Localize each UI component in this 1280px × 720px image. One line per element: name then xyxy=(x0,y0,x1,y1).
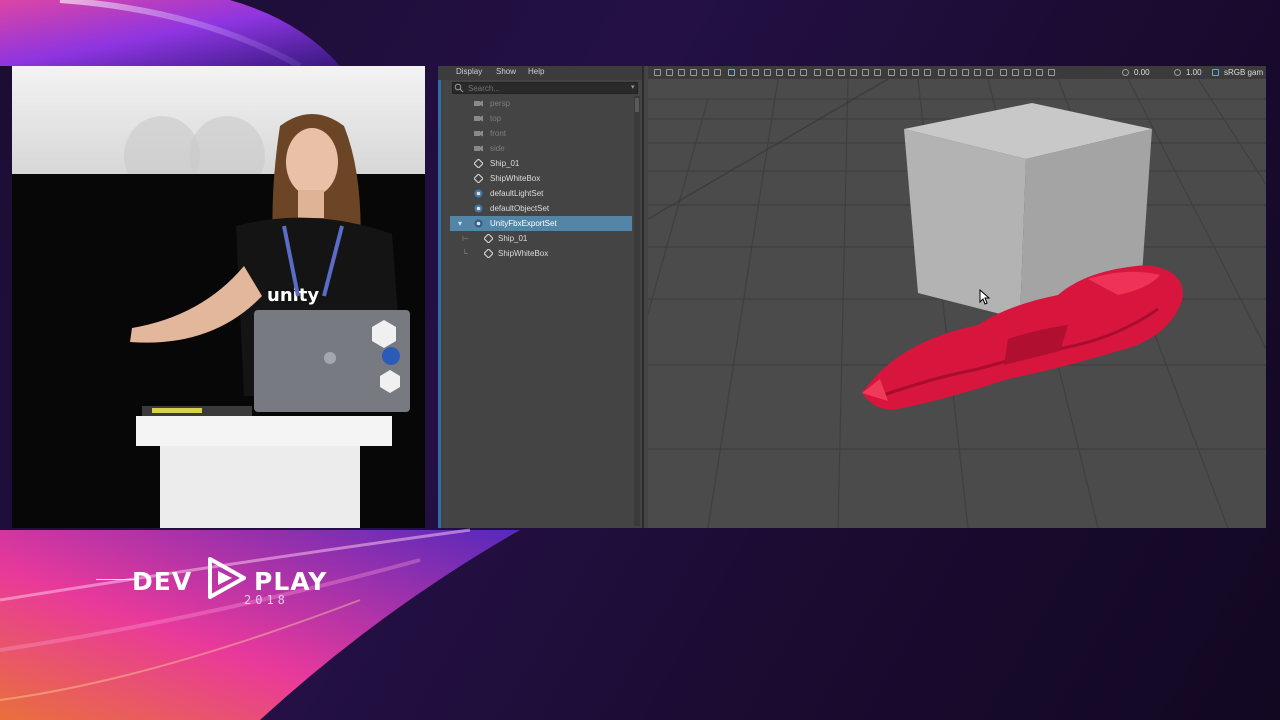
lock-camera-icon[interactable] xyxy=(666,69,673,76)
depth-of-field-icon[interactable] xyxy=(924,69,931,76)
outliner-tree: persp top front side Ship_01 ShipWhiteBo… xyxy=(450,96,632,526)
2d-pan-icon[interactable] xyxy=(702,69,709,76)
outliner-item-unityfbxexportset[interactable]: ▾ UnityFbxExportSet xyxy=(450,216,632,231)
shadows-icon[interactable] xyxy=(874,69,881,76)
logo-text-dev: DEV xyxy=(132,567,193,596)
safe-title-icon[interactable] xyxy=(800,69,807,76)
xray-joints-icon[interactable] xyxy=(962,69,969,76)
transform-icon xyxy=(484,249,493,258)
svg-text:unity: unity xyxy=(267,285,319,306)
xray-icon[interactable] xyxy=(950,69,957,76)
set-icon xyxy=(474,189,483,198)
search-icon[interactable] xyxy=(454,83,464,93)
collapse-icon[interactable]: ▾ xyxy=(458,218,462,229)
outliner-item-ship01-child[interactable]: ⊢ Ship_01 xyxy=(450,231,632,246)
outliner-scrollbar[interactable] xyxy=(634,96,640,526)
grid-icon[interactable] xyxy=(728,69,735,76)
isolate-select-icon[interactable] xyxy=(938,69,945,76)
lights-icon[interactable] xyxy=(862,69,869,76)
outliner-panel: Display Show Help ▾ persp top front xyxy=(438,66,644,528)
transform-icon xyxy=(484,234,493,243)
camera-attributes-icon[interactable] xyxy=(1000,69,1007,76)
devplay-logo: DEV PLAY 2018 xyxy=(96,555,346,615)
maya-window: Display Show Help ▾ persp top front xyxy=(438,66,1266,528)
outliner-item-side[interactable]: side xyxy=(450,141,632,156)
menu-show[interactable]: Show xyxy=(496,66,516,78)
gate-mask-icon[interactable] xyxy=(764,69,771,76)
film-gate-icon[interactable] xyxy=(740,69,747,76)
viewport-panel[interactable]: 0.00 1.00 sRGB gam xyxy=(648,66,1266,528)
outliner-item-top[interactable]: top xyxy=(450,111,632,126)
ui-elements-icon[interactable] xyxy=(1012,69,1019,76)
transform-icon xyxy=(474,174,483,183)
outliner-item-ship01[interactable]: Ship_01 xyxy=(450,156,632,171)
menu-help[interactable]: Help xyxy=(528,66,544,78)
tree-branch-icon: └ xyxy=(462,249,468,258)
bookmark-icon[interactable] xyxy=(678,69,685,76)
field-chart-icon[interactable] xyxy=(776,69,783,76)
backface-culling-icon[interactable] xyxy=(986,69,993,76)
color-management-icon[interactable] xyxy=(1212,69,1219,76)
speaker-video: unity xyxy=(12,66,425,528)
wireframe-icon[interactable] xyxy=(814,69,821,76)
outliner-item-defaultobjectset[interactable]: defaultObjectSet xyxy=(450,201,632,216)
grease-pencil-icon[interactable] xyxy=(714,69,721,76)
exposure-value[interactable]: 0.00 xyxy=(1134,67,1150,78)
outliner-item-shipwhitebox[interactable]: ShipWhiteBox xyxy=(450,171,632,186)
chevron-down-icon[interactable]: ▾ xyxy=(631,83,635,91)
safe-action-icon[interactable] xyxy=(788,69,795,76)
scene-view[interactable] xyxy=(648,79,1266,528)
resolution-gate-icon[interactable] xyxy=(752,69,759,76)
outliner-menubar: Display Show Help xyxy=(438,66,642,80)
camera-icon xyxy=(474,115,483,122)
motion-blur-icon[interactable] xyxy=(900,69,907,76)
tree-branch-icon: ⊢ xyxy=(462,234,469,243)
set-icon xyxy=(474,219,483,228)
exposure-icon[interactable] xyxy=(1122,69,1129,76)
viewport-2-icon[interactable] xyxy=(1024,69,1031,76)
set-icon xyxy=(474,204,483,213)
anti-aliasing-icon[interactable] xyxy=(912,69,919,76)
snapshot-icon[interactable] xyxy=(1048,69,1055,76)
outliner-item-front[interactable]: front xyxy=(450,126,632,141)
viewport-toolbar: 0.00 1.00 sRGB gam xyxy=(648,66,1266,79)
gamma-value[interactable]: 1.00 xyxy=(1186,67,1202,78)
camera-icon xyxy=(474,145,483,152)
search-input[interactable] xyxy=(468,83,626,93)
outliner-item-shipwhitebox-child[interactable]: └ ShipWhiteBox xyxy=(450,246,632,261)
xray-components-icon[interactable] xyxy=(974,69,981,76)
ambient-occlusion-icon[interactable] xyxy=(888,69,895,76)
hud-icon[interactable] xyxy=(1036,69,1043,76)
mouse-cursor-icon xyxy=(979,289,991,305)
camera-icon xyxy=(474,100,483,107)
outliner-item-persp[interactable]: persp xyxy=(450,96,632,111)
textured-icon[interactable] xyxy=(850,69,857,76)
wireframe-on-shaded-icon[interactable] xyxy=(838,69,845,76)
logo-text-play: PLAY xyxy=(254,567,328,596)
camera-icon xyxy=(474,130,483,137)
image-plane-icon[interactable] xyxy=(690,69,697,76)
smooth-shade-icon[interactable] xyxy=(826,69,833,76)
panel-edge xyxy=(438,66,441,528)
logo-rule xyxy=(96,579,136,580)
menu-display[interactable]: Display xyxy=(456,66,482,78)
logo-year: 2018 xyxy=(244,593,289,607)
outliner-item-defaultlightset[interactable]: defaultLightSet xyxy=(450,186,632,201)
color-space-label[interactable]: sRGB gam xyxy=(1224,67,1263,78)
transform-icon xyxy=(474,159,483,168)
scrollbar-thumb[interactable] xyxy=(635,98,639,112)
gamma-icon[interactable] xyxy=(1174,69,1181,76)
select-camera-icon[interactable] xyxy=(654,69,661,76)
